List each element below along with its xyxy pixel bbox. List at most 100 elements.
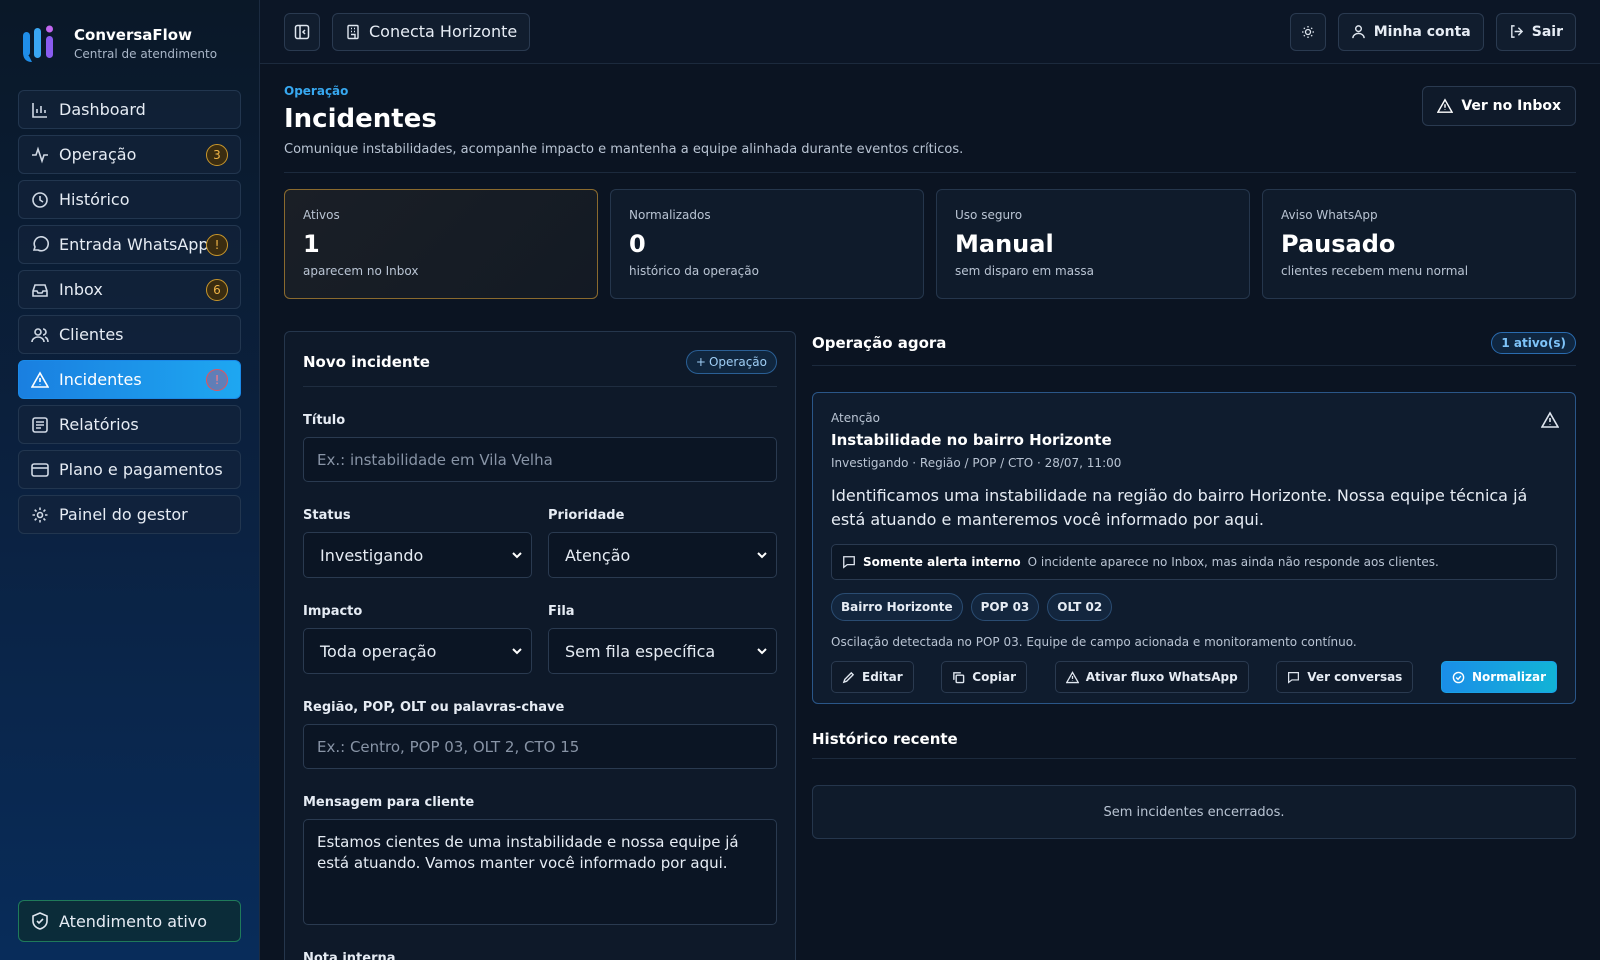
logout-label: Sair [1531,23,1563,40]
sidebar-toggle-icon [294,24,310,40]
stat-value: 1 [303,230,320,258]
impact-select[interactable]: Toda operação [303,628,532,674]
stat-value: Manual [955,230,1054,258]
sidebar-item-historico[interactable]: Histórico [18,180,241,219]
incident-level: Atenção [831,411,880,425]
stat-value: Pausado [1281,230,1396,258]
form-title: Novo incidente [303,353,430,371]
incident-title: Instabilidade no bairro Horizonte [831,431,1112,449]
active-count-badge: 1 ativo(s) [1491,332,1576,354]
check-circle-icon [1452,671,1465,684]
sidebar-item-incidentes[interactable]: Incidentes ! [18,360,241,399]
region-field-label: Região, POP, OLT ou palavras-chave [303,700,565,715]
brand-title: ConversaFlow [74,25,192,44]
status-field-label: Status [303,508,351,523]
title-input[interactable]: Ex.: instabilidade em Vila Velha [303,437,777,482]
new-incident-form: Novo incidente + Operação Título Ex.: in… [284,331,796,960]
stat-sub: aparecem no Inbox [303,264,419,278]
incident-tag: Bairro Horizonte [831,593,963,621]
sidebar-item-label: Operação [59,145,137,164]
stat-label: Normalizados [629,208,711,222]
sidebar-item-label: Plano e pagamentos [59,460,223,479]
attendance-status-button[interactable]: Atendimento ativo [18,900,241,942]
edit-label: Editar [862,670,903,684]
stat-card-ativos: Ativos 1 aparecem no Inbox [284,189,598,299]
stat-label: Aviso WhatsApp [1281,208,1378,222]
status-select[interactable]: Investigando [303,532,532,578]
incident-note: Oscilação detectada no POP 03. Equipe de… [831,635,1357,649]
stat-card-normalizados: Normalizados 0 histórico da operação [610,189,924,299]
alert-triangle-icon [1541,411,1559,429]
building-icon [345,24,361,40]
sidebar-item-relatorios[interactable]: Relatórios [18,405,241,444]
chat-bubble-icon [842,555,856,569]
theme-toggle-button[interactable] [1289,12,1326,51]
status-select-value: Investigando [320,545,424,565]
sidebar-item-label: Histórico [59,190,130,209]
incident-tag: OLT 02 [1047,593,1113,621]
normalize-label: Normalizar [1471,670,1546,684]
stat-sub: sem disparo em massa [955,264,1094,278]
chevron-down-icon [756,549,768,561]
attendance-status-label: Atendimento ativo [59,911,208,931]
customer-message-textarea[interactable]: Estamos cientes de uma instabilidade e n… [303,819,777,925]
toggle-sidebar-button[interactable] [284,12,320,51]
operation-panel: Operação agora 1 ativo(s) Atenção Instab… [812,331,1576,960]
brand-logo-icon [20,22,62,64]
sidebar-item-entrada-whatsapp[interactable]: Entrada WhatsApp ! [18,225,241,264]
view-conversations-label: Ver conversas [1307,670,1403,684]
stat-sub: clientes recebem menu normal [1281,264,1469,278]
account-button[interactable]: Minha conta [1337,12,1484,51]
chevron-down-icon [511,645,523,657]
queue-select[interactable]: Sem fila específica [548,628,777,674]
view-conversations-button[interactable]: Ver conversas [1276,661,1414,693]
copy-button[interactable]: Copiar [941,661,1028,693]
incident-message: Identificamos uma instabilidade na regiã… [831,486,1528,529]
internal-alert-title: Somente alerta interno [863,555,1021,569]
app-root: ConversaFlow Central de atendimento Dash… [0,0,1600,960]
stat-label: Ativos [303,208,340,222]
impact-field-label: Impacto [303,604,363,619]
workspace-selector[interactable]: Conecta Horizonte [332,12,531,51]
activate-whatsapp-flow-button[interactable]: Ativar fluxo WhatsApp [1054,661,1249,693]
operacao-badge: 3 [206,143,228,166]
sidebar-item-inbox[interactable]: Inbox 6 [18,270,241,309]
sidebar-item-painel-gestor[interactable]: Painel do gestor [18,495,241,534]
page-description: Comunique instabilidades, acompanhe impa… [284,142,964,157]
header-divider [284,172,1576,173]
operation-pill-button[interactable]: + Operação [685,350,777,374]
clock-icon [31,191,49,209]
priority-select[interactable]: Atenção [548,532,777,578]
impact-select-value: Toda operação [320,641,437,661]
message-field-label: Mensagem para cliente [303,795,475,810]
sidebar-item-label: Painel do gestor [59,505,188,524]
normalize-button[interactable]: Normalizar [1440,661,1557,693]
gear-icon [31,506,49,524]
status-priority-row: Status Investigando Prioridade Atenção [303,482,777,578]
logout-button[interactable]: Sair [1495,12,1576,51]
title-field-label: Título [303,413,346,428]
activate-whatsapp-flow-label: Ativar fluxo WhatsApp [1085,670,1238,684]
brand[interactable]: ConversaFlow Central de atendimento [18,22,241,64]
sidebar-item-plano-pagamentos[interactable]: Plano e pagamentos [18,450,241,489]
inbox-badge: 6 [206,278,228,301]
view-in-inbox-button[interactable]: Ver no Inbox [1422,86,1576,126]
page-content: Operação Incidentes Comunique instabilid… [260,64,1600,960]
shield-check-icon [31,912,49,930]
sidebar-item-dashboard[interactable]: Dashboard [18,90,241,129]
plus-icon: + [695,355,706,369]
region-input[interactable]: Ex.: Centro, POP 03, OLT 2, CTO 15 [303,724,777,769]
edit-button[interactable]: Editar [831,661,914,693]
sidebar-item-label: Inbox [59,280,103,299]
incident-meta: Investigando · Região / POP / CTO · 28/0… [831,456,1122,470]
sun-icon [1301,25,1315,39]
internal-alert-text: O incidente aparece no Inbox, mas ainda … [1027,555,1439,569]
logout-icon [1509,24,1524,39]
incident-actions: Editar Copiar Ativar fluxo WhatsApp Ver … [831,661,1557,693]
incident-card: Atenção Instabilidade no bairro Horizont… [812,392,1576,704]
sidebar-item-clientes[interactable]: Clientes [18,315,241,354]
sidebar-item-operacao[interactable]: Operação 3 [18,135,241,174]
copy-label: Copiar [972,670,1017,684]
chevron-down-icon [511,549,523,561]
account-label: Minha conta [1373,23,1471,40]
